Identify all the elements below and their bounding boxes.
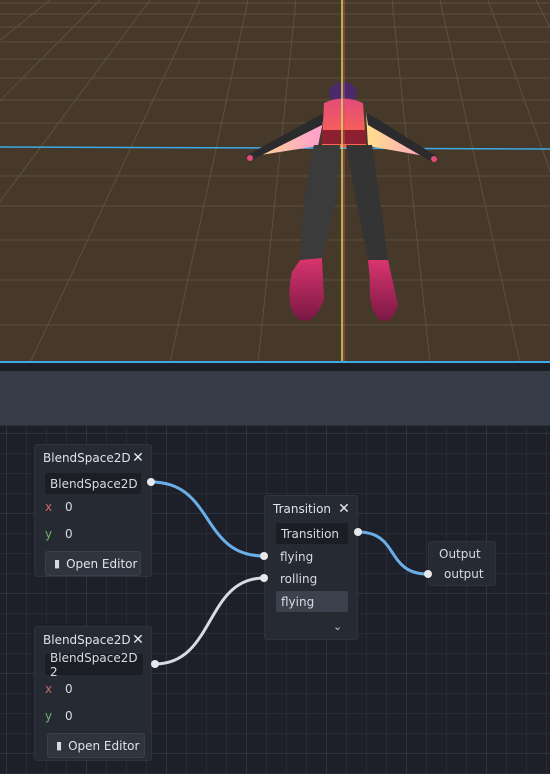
blendspace2d-node[interactable]: BlendSpace2D ✕ BlendSpace2D x 0 y 0 ▮ Op…	[34, 444, 152, 577]
y-label: y	[45, 527, 53, 541]
x-label: x	[45, 682, 53, 696]
node-titlebar[interactable]: BlendSpace2D ✕	[35, 445, 151, 471]
bottom-panel-toolbar	[0, 371, 550, 426]
connection-blend1-to-flying	[150, 480, 265, 558]
input-flying-label: flying	[280, 550, 314, 564]
open-editor-label: Open Editor	[66, 556, 138, 571]
node-titlebar[interactable]: BlendSpace2D ✕	[35, 627, 151, 653]
viewport-scene	[0, 0, 550, 363]
3d-viewport[interactable]	[0, 0, 550, 363]
output-node[interactable]: Output output	[428, 541, 496, 586]
x-value-field[interactable]: x 0	[45, 496, 73, 518]
input-port-rolling[interactable]	[260, 574, 268, 582]
node-name-field[interactable]: Transition	[276, 523, 348, 544]
x-value: 0	[65, 682, 73, 696]
x-value-field[interactable]: x 0	[45, 678, 73, 700]
close-icon[interactable]: ✕	[131, 450, 145, 466]
close-icon[interactable]: ✕	[131, 632, 145, 648]
open-editor-label: Open Editor	[68, 738, 140, 753]
input-port-flying[interactable]	[260, 552, 268, 560]
panel-separator	[0, 363, 550, 371]
node-title: BlendSpace2D	[43, 633, 131, 647]
viewport-grid	[0, 0, 550, 363]
connection-transition-to-output	[357, 530, 429, 576]
output-port[interactable]	[354, 528, 362, 536]
y-value-field[interactable]: y 0	[45, 705, 73, 727]
output-port[interactable]	[147, 478, 155, 486]
node-titlebar[interactable]: Transition ✕	[265, 496, 357, 522]
edit-icon: ▮	[56, 739, 63, 752]
connection-blend2-to-rolling	[154, 576, 265, 666]
node-name-field[interactable]: BlendSpace2D 2	[45, 651, 143, 679]
node-title: Output	[439, 547, 481, 561]
node-title: BlendSpace2D	[43, 451, 131, 465]
node-title: Transition	[273, 502, 332, 516]
y-value-field[interactable]: y 0	[45, 523, 73, 545]
open-editor-button[interactable]: ▮ Open Editor	[45, 551, 141, 576]
close-icon[interactable]: ✕	[337, 501, 351, 517]
current-state-dropdown[interactable]: flying	[276, 591, 348, 612]
input-port-output[interactable]	[424, 570, 432, 578]
blendspace2d-node-2[interactable]: BlendSpace2D ✕ BlendSpace2D 2 x 0 y 0 ▮ …	[34, 626, 152, 761]
edit-icon: ▮	[54, 557, 61, 570]
input-rolling-label: rolling	[280, 572, 318, 586]
y-label: y	[45, 709, 53, 723]
open-editor-button[interactable]: ▮ Open Editor	[47, 733, 145, 758]
output-port[interactable]	[151, 660, 159, 668]
y-value: 0	[65, 527, 73, 541]
x-label: x	[45, 500, 53, 514]
node-name-field[interactable]: BlendSpace2D	[45, 473, 141, 494]
output-port-label: output	[444, 567, 484, 581]
x-value: 0	[65, 500, 73, 514]
chevron-down-icon[interactable]: ⌄	[333, 620, 342, 633]
animation-tree-graph[interactable]: BlendSpace2D ✕ BlendSpace2D x 0 y 0 ▮ Op…	[0, 427, 550, 774]
y-value: 0	[65, 709, 73, 723]
transition-node[interactable]: Transition ✕ Transition flying rolling f…	[264, 495, 358, 640]
